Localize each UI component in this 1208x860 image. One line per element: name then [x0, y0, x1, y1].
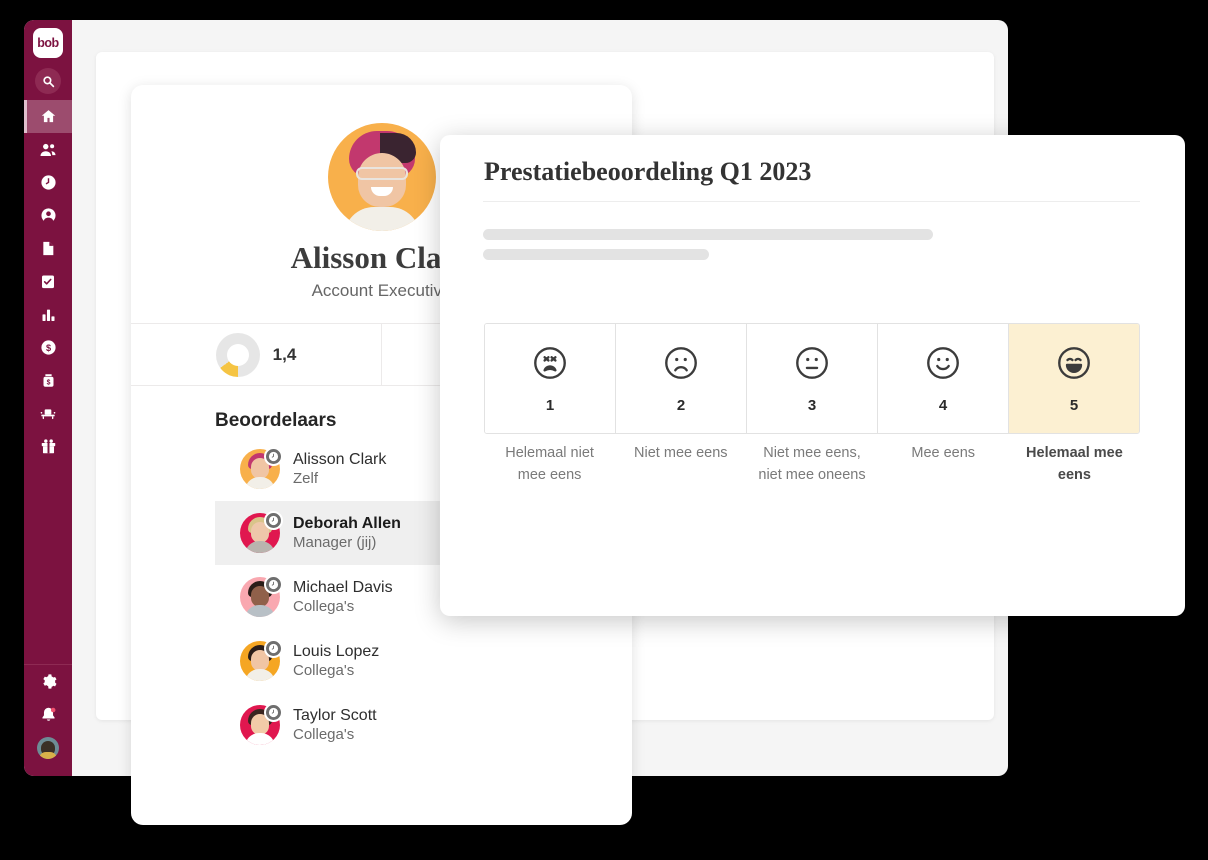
- reviewer-avatar: [240, 447, 283, 489]
- clock-icon: [264, 511, 283, 530]
- search-button[interactable]: [35, 68, 61, 94]
- sidebar-nav-list: $ $: [24, 100, 72, 463]
- money-bag-icon: $: [41, 372, 56, 389]
- document-icon: [40, 240, 56, 257]
- sidebar-item-account[interactable]: [24, 731, 72, 764]
- review-modal: Prestatiebeoordeling Q1 2023 1 2 3 4 5 Helem…: [440, 135, 1185, 616]
- sidebar-item-people[interactable]: [24, 133, 72, 166]
- task-checklist-icon: [40, 273, 56, 290]
- reviewer-avatar: [240, 703, 283, 745]
- reviewer-role: Zelf: [293, 469, 319, 487]
- rating-value: 2: [676, 396, 686, 414]
- user-circle-icon: [40, 207, 57, 224]
- sidebar-item-documents[interactable]: [24, 232, 72, 265]
- reviewer-name: Deborah Allen: [293, 514, 401, 532]
- rating-scale: 1 2 3 4 5: [484, 323, 1140, 434]
- reviewer-role: Collega's: [293, 725, 355, 743]
- reviewer-role: Collega's: [293, 661, 355, 679]
- sidebar-bottom-nav: [24, 665, 72, 776]
- reviewer-name: Alisson Clark: [293, 450, 387, 468]
- clock-icon: [264, 639, 283, 658]
- rating-caption-4: Mee eens: [911, 445, 976, 461]
- sidebar-item-settings[interactable]: [24, 665, 72, 698]
- reviewer-role: Collega's: [293, 597, 355, 615]
- neutral-face-icon: [793, 344, 831, 387]
- rating-caption-3: Niet mee eens, niet mee oneens: [758, 445, 866, 483]
- stat-score-value: 1,4: [272, 344, 297, 364]
- sidebar-item-payroll[interactable]: $: [24, 364, 72, 397]
- bell-icon: [40, 706, 57, 723]
- reviewer-row[interactable]: Taylor Scott Collega's: [215, 693, 632, 757]
- rating-value: 3: [807, 396, 817, 414]
- clock-icon: [264, 575, 283, 594]
- modal-divider: [483, 201, 1140, 202]
- avatar-face: [358, 153, 406, 207]
- sidebar-item-analytics[interactable]: [24, 298, 72, 331]
- reviewer-avatar: [240, 511, 283, 553]
- reviewer-name: Michael Davis: [293, 578, 393, 596]
- home-icon: [40, 108, 57, 125]
- avatar-body: [344, 207, 420, 231]
- skeleton-line-1: [483, 229, 933, 240]
- screenshot-root: bob $ $ Alisson Clark Account Executive …: [0, 0, 1208, 860]
- sidebar-item-home[interactable]: [24, 100, 72, 133]
- skeleton-line-2: [483, 249, 709, 260]
- rating-option-5[interactable]: 5: [1008, 324, 1139, 433]
- reviewer-avatar: [240, 639, 283, 681]
- very-sad-face-icon: [531, 344, 569, 387]
- reviewers-heading: Beoordelaars: [215, 410, 337, 431]
- rating-value: 4: [938, 396, 948, 414]
- reviewer-row[interactable]: Louis Lopez Collega's: [215, 629, 632, 693]
- sidebar-item-tasks[interactable]: [24, 265, 72, 298]
- bar-chart-icon: [40, 307, 57, 323]
- dollar-circle-icon: $: [40, 339, 57, 356]
- people-icon: [39, 141, 57, 159]
- avatar-glasses: [356, 167, 408, 180]
- sidebar-item-benefits[interactable]: [24, 430, 72, 463]
- sad-face-icon: [662, 344, 700, 387]
- reviewer-avatar: [240, 575, 283, 617]
- bob-logo[interactable]: bob: [33, 28, 63, 58]
- rating-option-3[interactable]: 3: [746, 324, 877, 433]
- desk-icon: [39, 406, 57, 422]
- gift-icon: [40, 438, 57, 455]
- modal-title: Prestatiebeoordeling Q1 2023: [484, 157, 812, 186]
- user-avatar: [37, 736, 59, 759]
- clock-icon: [264, 703, 283, 722]
- happy-face-icon: [924, 344, 962, 387]
- rating-option-4[interactable]: 4: [877, 324, 1008, 433]
- sidebar-item-notifications[interactable]: [24, 698, 72, 731]
- reviewer-role: Manager (jij): [293, 533, 377, 551]
- search-icon: [42, 75, 55, 88]
- sidebar-item-workspace[interactable]: [24, 397, 72, 430]
- rating-caption-5: Helemaal mee eens: [1026, 445, 1123, 483]
- rating-caption-2: Niet mee eens: [634, 445, 728, 461]
- sidebar-item-profile[interactable]: [24, 199, 72, 232]
- gear-icon: [40, 673, 57, 690]
- sidebar-item-time[interactable]: [24, 166, 72, 199]
- rating-value: 1: [545, 396, 555, 414]
- svg-text:$: $: [46, 379, 50, 386]
- rating-caption-1: Helemaal niet mee eens: [505, 445, 594, 483]
- donut-progress: [215, 332, 260, 377]
- svg-text:$: $: [45, 343, 50, 353]
- sidebar-item-compensation[interactable]: $: [24, 331, 72, 364]
- rating-option-2[interactable]: 2: [615, 324, 746, 433]
- reviewer-name: Louis Lopez: [293, 642, 380, 660]
- profile-avatar: [328, 123, 436, 231]
- rating-option-1[interactable]: 1: [485, 324, 615, 433]
- sidebar: bob $ $: [24, 20, 72, 776]
- clock-icon: [40, 174, 57, 191]
- clock-icon: [264, 447, 283, 466]
- rating-value: 5: [1069, 396, 1079, 414]
- reviewer-name: Taylor Scott: [293, 706, 377, 724]
- stat-score[interactable]: 1,4: [131, 324, 381, 385]
- very-happy-face-icon: [1055, 344, 1093, 387]
- rating-captions: Helemaal niet mee eens Niet mee eens Niet …: [484, 443, 1140, 487]
